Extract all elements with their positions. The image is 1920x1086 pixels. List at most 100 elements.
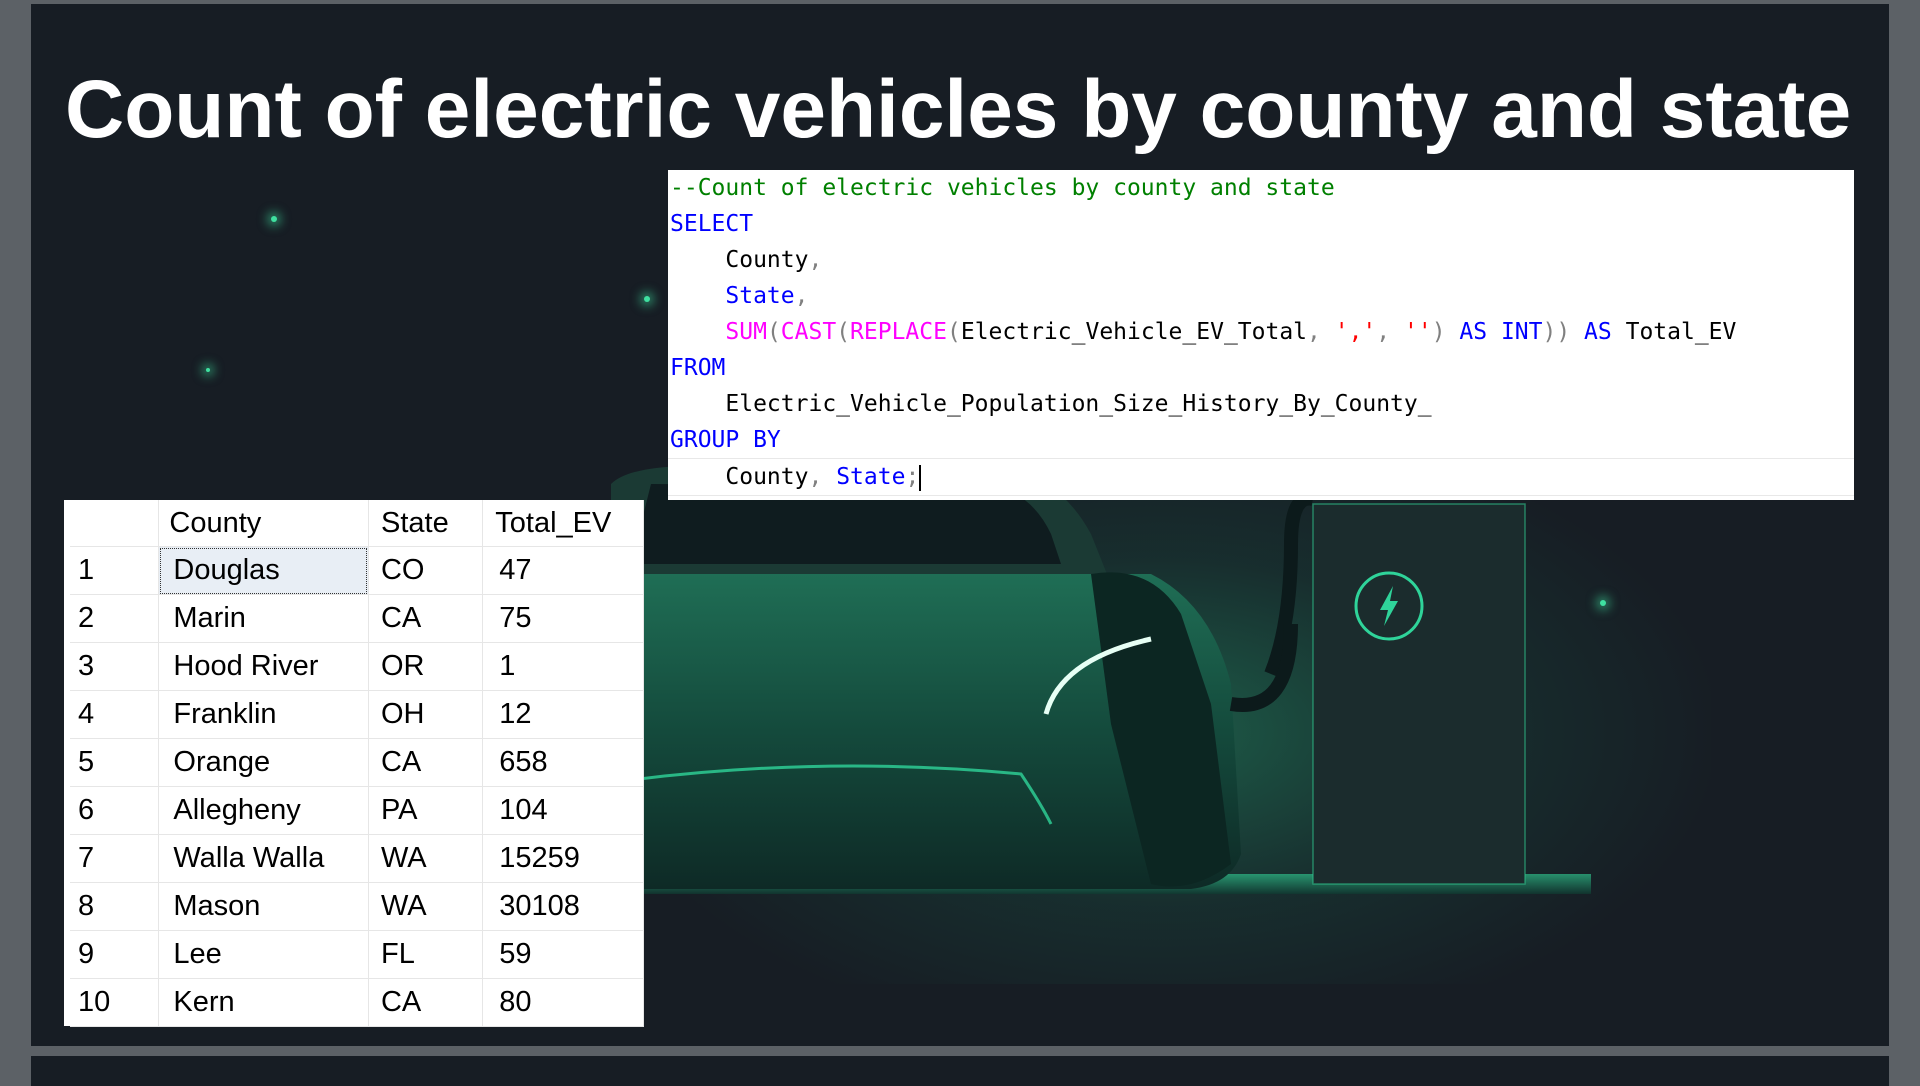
code-line[interactable]: GROUP BY: [668, 422, 1854, 458]
total-ev-cell[interactable]: 104: [482, 786, 644, 835]
code-token: (: [766, 319, 781, 345]
state-cell[interactable]: OH: [368, 690, 484, 739]
county-cell[interactable]: Allegheny: [158, 786, 369, 835]
total-ev-cell[interactable]: 75: [482, 594, 644, 643]
code-token: )): [1542, 319, 1585, 345]
row-number-header[interactable]: [70, 500, 160, 547]
code-line[interactable]: SUM(CAST(REPLACE(Electric_Vehicle_EV_Tot…: [668, 314, 1854, 350]
state-column-header[interactable]: State: [368, 500, 484, 547]
state-cell[interactable]: CO: [368, 546, 484, 595]
row-number-cell[interactable]: 2: [70, 594, 160, 643]
code-token: ,: [1376, 319, 1404, 345]
table-row[interactable]: 6 Allegheny PA 104: [70, 786, 644, 835]
table-row[interactable]: 7 Walla Walla WA 15259: [70, 834, 644, 883]
code-token: State: [836, 464, 906, 490]
total-ev-cell[interactable]: 12: [482, 690, 644, 739]
state-cell[interactable]: FL: [368, 930, 484, 979]
table-row[interactable]: 3 Hood River OR 1: [70, 642, 644, 691]
code-token: FROM: [670, 355, 726, 381]
code-token: AS: [1584, 319, 1612, 345]
code-token: SUM: [725, 319, 767, 345]
total-ev-cell[interactable]: 15259: [482, 834, 644, 883]
row-number-cell[interactable]: 8: [70, 882, 160, 931]
table-row[interactable]: 4 Franklin OH 12: [70, 690, 644, 739]
code-token: (: [946, 319, 961, 345]
code-line[interactable]: FROM: [668, 350, 1854, 386]
code-line[interactable]: County, State;: [668, 458, 1854, 496]
county-cell[interactable]: Mason: [158, 882, 369, 931]
county-cell[interactable]: Walla Walla: [158, 834, 369, 883]
total-ev-cell[interactable]: 30108: [482, 882, 644, 931]
code-token: Electric_Vehicle_Population_Size_History…: [670, 391, 1432, 417]
sparkle: [644, 296, 650, 302]
code-token: ,: [1307, 319, 1335, 345]
county-cell[interactable]: Marin: [158, 594, 369, 643]
state-cell[interactable]: CA: [368, 738, 484, 787]
code-token: Electric_Vehicle_EV_Total: [960, 319, 1308, 345]
code-line[interactable]: SELECT: [668, 206, 1854, 242]
total-ev-cell[interactable]: 59: [482, 930, 644, 979]
row-number-cell[interactable]: 5: [70, 738, 160, 787]
state-cell[interactable]: PA: [368, 786, 484, 835]
table-row[interactable]: 10 Kern CA 80: [70, 978, 644, 1027]
lightning-bolt-icon: [1354, 571, 1424, 641]
code-token: ',': [1334, 319, 1377, 345]
state-cell[interactable]: CA: [368, 594, 484, 643]
row-number-cell[interactable]: 6: [70, 786, 160, 835]
code-line[interactable]: --Count of electric vehicles by county a…: [668, 170, 1854, 206]
table-row[interactable]: 2 Marin CA 75: [70, 594, 644, 643]
code-token: --Count of electric vehicles by county a…: [670, 175, 1335, 201]
row-number-cell[interactable]: 4: [70, 690, 160, 739]
code-token: CAST: [780, 319, 837, 345]
sparkle: [271, 216, 277, 222]
table-row[interactable]: 5 Orange CA 658: [70, 738, 644, 787]
code-token: ,: [808, 247, 823, 273]
code-token: Total_EV: [1611, 319, 1737, 345]
total-ev-cell[interactable]: 1: [482, 642, 644, 691]
text-caret: [919, 464, 922, 491]
county-cell[interactable]: Lee: [158, 930, 369, 979]
state-cell[interactable]: WA: [368, 882, 484, 931]
code-token: SELECT: [670, 211, 754, 237]
code-token: ,: [808, 464, 837, 490]
county-cell[interactable]: Hood River: [158, 642, 369, 691]
code-token: GROUP BY: [670, 427, 781, 453]
code-token: ,: [794, 283, 809, 309]
row-number-cell[interactable]: 9: [70, 930, 160, 979]
county-cell[interactable]: Franklin: [158, 690, 369, 739]
charger-icon: [1353, 570, 1425, 642]
county-cell[interactable]: Kern: [158, 978, 369, 1027]
state-cell[interactable]: WA: [368, 834, 484, 883]
county-cell[interactable]: Douglas: [158, 546, 369, 595]
slide-title: Count of electric vehicles by county and…: [65, 64, 1852, 155]
row-number-cell[interactable]: 1: [70, 546, 160, 595]
table-row[interactable]: 8 Mason WA 30108: [70, 882, 644, 931]
car-charger-illustration: [591, 465, 1591, 894]
code-token: County: [670, 247, 809, 273]
total-ev-column-header[interactable]: Total_EV: [482, 500, 644, 547]
code-token: INT: [1500, 319, 1543, 345]
table-row[interactable]: 9 Lee FL 59: [70, 930, 644, 979]
results-grid[interactable]: County State Total_EV 1 Douglas CO 47 2 Marin…: [64, 500, 644, 1027]
results-header-row: County State Total_EV: [70, 500, 644, 547]
sql-editor[interactable]: --Count of electric vehicles by county a…: [668, 170, 1854, 500]
row-number-cell[interactable]: 7: [70, 834, 160, 883]
results-table: County State Total_EV 1 Douglas CO 47 2 Marin…: [70, 500, 644, 1027]
code-line[interactable]: County,: [668, 242, 1854, 278]
total-ev-cell[interactable]: 47: [482, 546, 644, 595]
table-row[interactable]: 1 Douglas CO 47: [70, 546, 644, 595]
state-cell[interactable]: CA: [368, 978, 484, 1027]
code-line[interactable]: Electric_Vehicle_Population_Size_History…: [668, 386, 1854, 422]
county-column-header[interactable]: County: [158, 500, 369, 547]
state-cell[interactable]: OR: [368, 642, 484, 691]
code-token: '': [1403, 319, 1432, 345]
row-number-cell[interactable]: 3: [70, 642, 160, 691]
sparkle: [206, 368, 210, 372]
total-ev-cell[interactable]: 80: [482, 978, 644, 1027]
county-cell[interactable]: Orange: [158, 738, 369, 787]
total-ev-cell[interactable]: 658: [482, 738, 644, 787]
row-number-cell[interactable]: 10: [70, 978, 160, 1027]
code-line[interactable]: State,: [668, 278, 1854, 314]
